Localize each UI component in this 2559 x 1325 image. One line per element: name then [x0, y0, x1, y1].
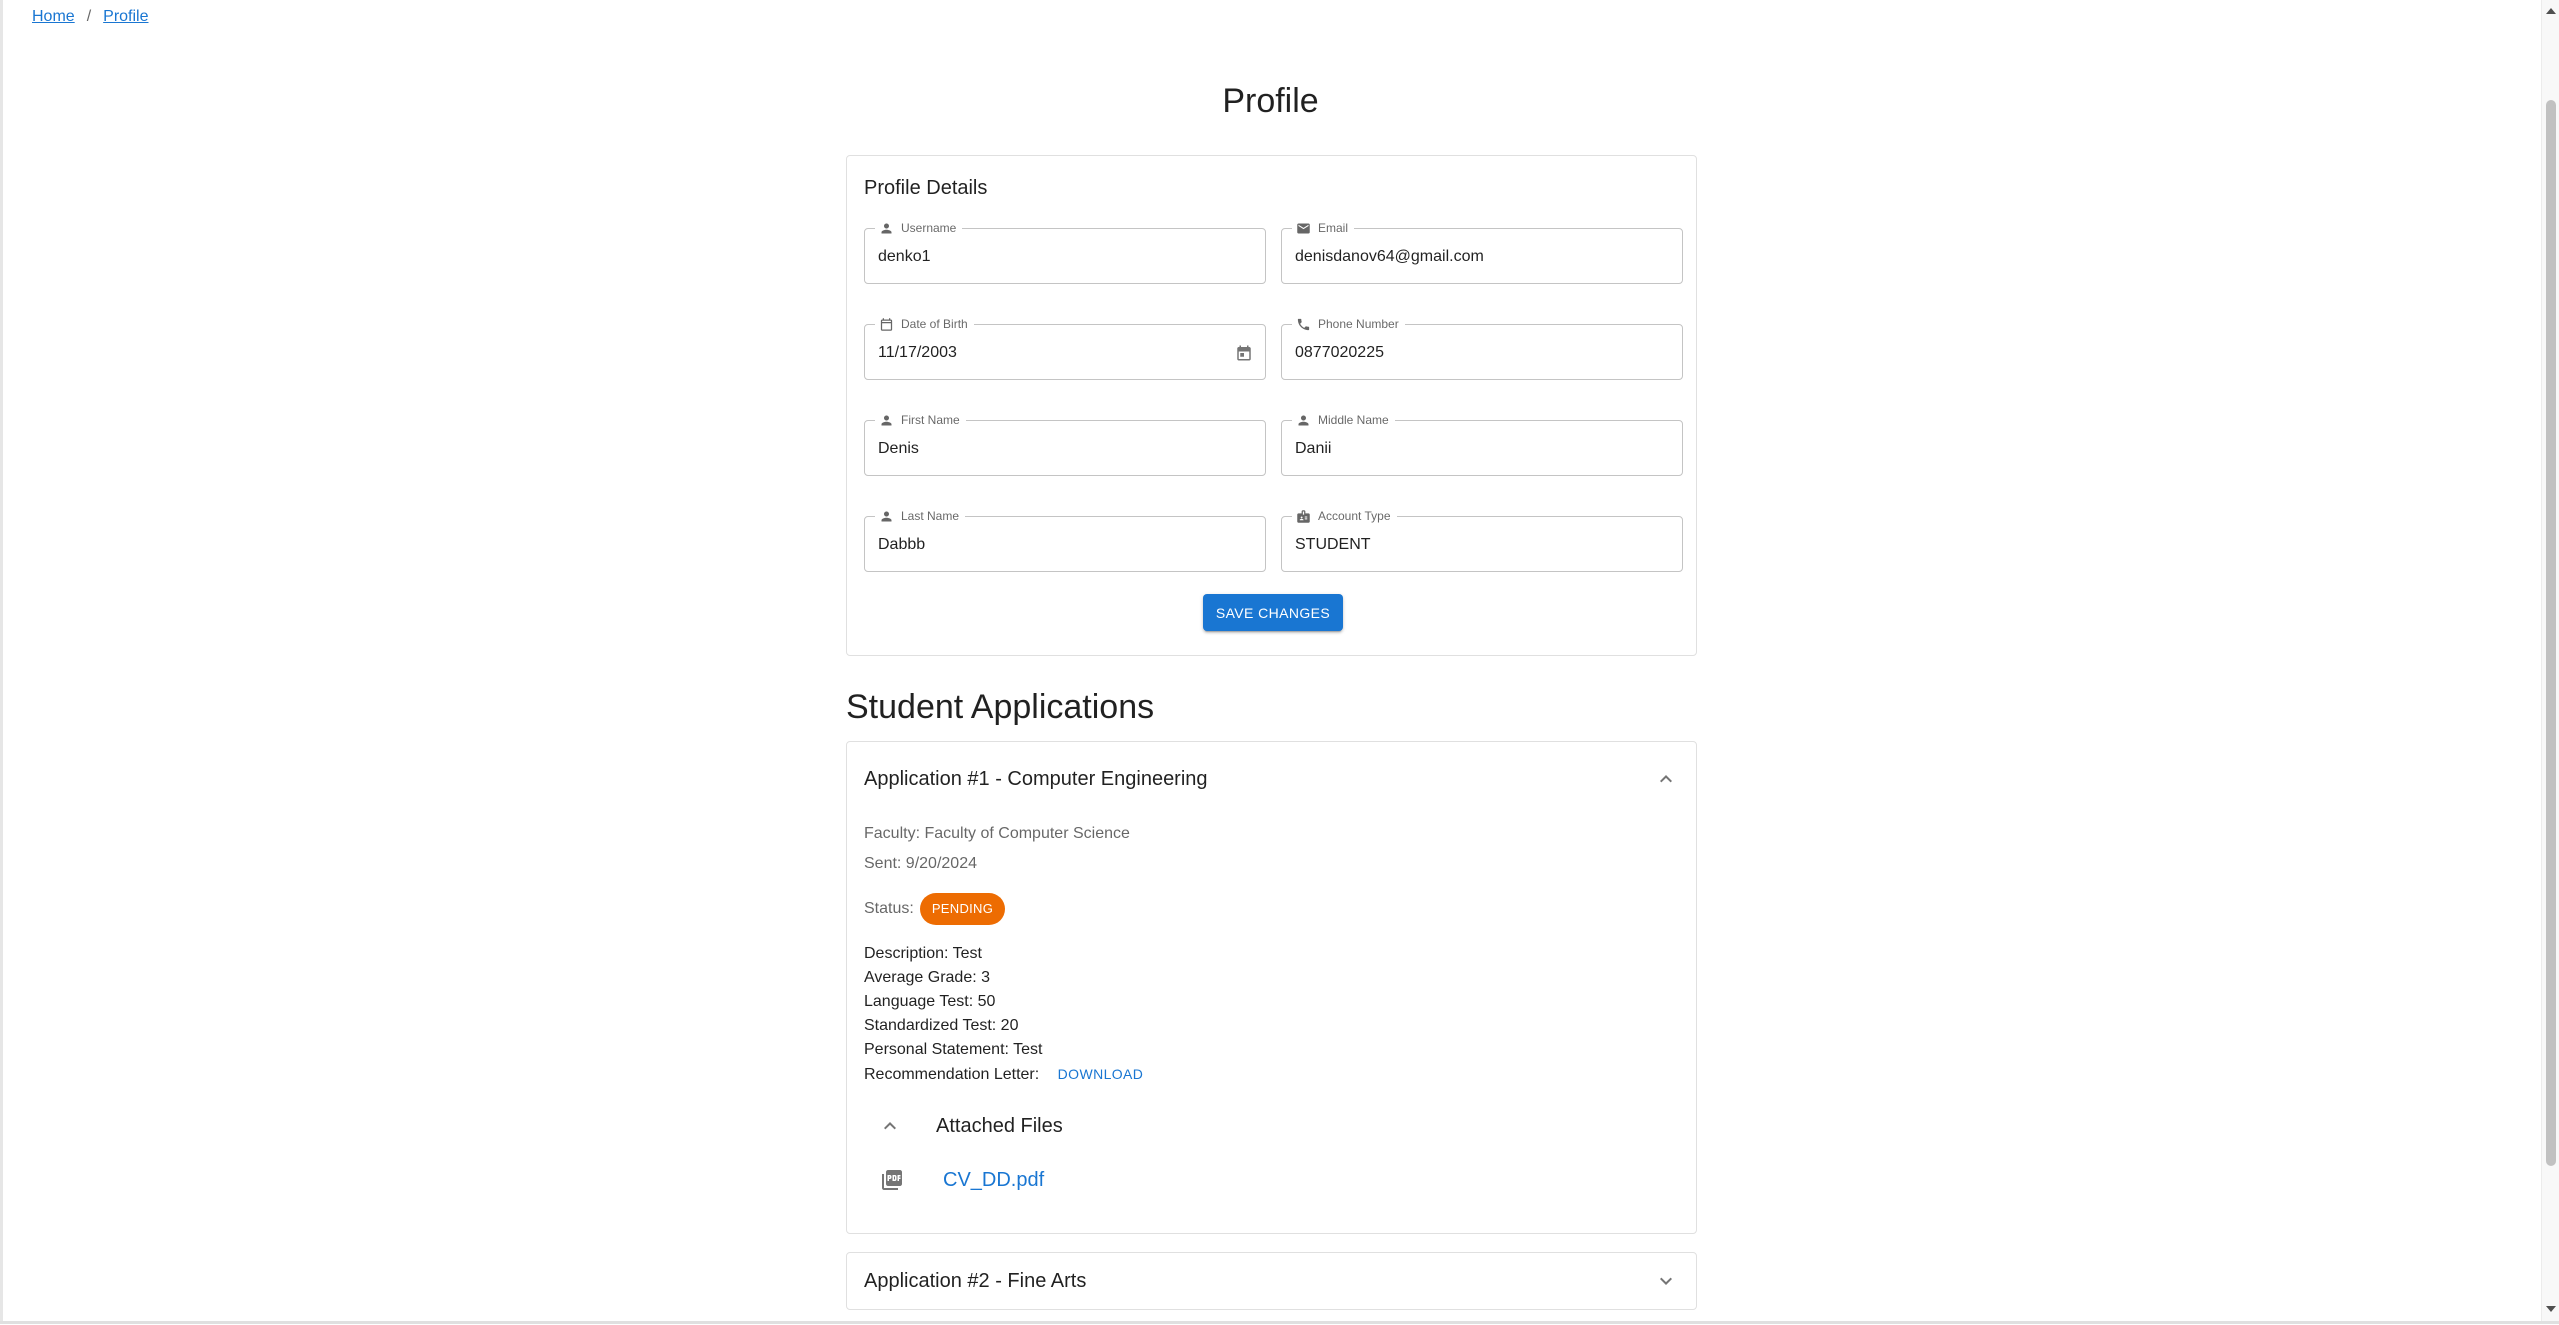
attached-files-header: Attached Files — [864, 1108, 1164, 1144]
description-text: Description: Test — [864, 945, 982, 962]
page-title: Profile — [1222, 82, 1319, 120]
attached-file-item: CV_DD.pdf — [864, 1162, 1264, 1198]
middle-name-input[interactable]: Danii — [1295, 439, 1331, 459]
breadcrumb: Home / Profile — [32, 8, 149, 26]
application-status-row: Status: PENDING — [864, 893, 1006, 925]
person-icon — [881, 511, 892, 521]
breadcrumb-profile-link[interactable]: Profile — [103, 8, 148, 26]
language-test-text: Language Test: 50 — [864, 993, 996, 1010]
application-details: Description: Test Average Grade: 3 Langu… — [864, 942, 1143, 1086]
email-icon — [1297, 223, 1310, 233]
date-of-birth-label: Date of Birth — [875, 316, 974, 332]
download-button[interactable]: DOWNLOAD — [1058, 1066, 1144, 1082]
phone-number-field[interactable]: Phone Number 0877020225 — [1281, 316, 1683, 380]
scrollbar-thumb[interactable] — [2546, 100, 2556, 1166]
last-name-input[interactable]: Dabbb — [878, 535, 925, 555]
recommendation-letter-row: Recommendation Letter: DOWNLOAD — [864, 1062, 1143, 1086]
date-of-birth-field[interactable]: Date of Birth 11/17/2003 — [864, 316, 1266, 380]
first-name-field[interactable]: First Name Denis — [864, 412, 1266, 476]
application-title: Application #1 - Computer Engineering — [864, 768, 1208, 790]
middle-name-field[interactable]: Middle Name Danii — [1281, 412, 1683, 476]
last-name-label: Last Name — [875, 508, 966, 524]
attached-files-label: Attached Files — [936, 1115, 1063, 1137]
username-field[interactable]: Username denko1 — [864, 220, 1266, 284]
username-label: Username — [875, 220, 963, 236]
email-input[interactable]: denisdanov64@gmail.com — [1295, 247, 1484, 267]
application-faculty: Faculty: Faculty of Computer Science — [864, 825, 1130, 842]
standardized-test-text: Standardized Test: 20 — [864, 1017, 1019, 1034]
person-icon — [1298, 415, 1309, 425]
file-link[interactable]: CV_DD.pdf — [943, 1168, 1044, 1192]
save-changes-button[interactable]: SAVE CHANGES — [1203, 594, 1343, 631]
scroll-up-icon[interactable] — [2546, 8, 2556, 14]
status-label: Status: — [864, 900, 914, 917]
student-applications-title: Student Applications — [846, 688, 1155, 726]
application-card: Application #1 - Computer Engineering Fa… — [846, 741, 1697, 1234]
average-grade-text: Average Grade: 3 — [864, 969, 991, 986]
person-icon — [881, 415, 892, 425]
application-sent-date: Sent: 9/20/2024 — [864, 855, 977, 872]
application-header[interactable]: Application #1 - Computer Engineering — [847, 742, 1696, 814]
calendar-picker-icon — [1237, 345, 1251, 361]
chevron-up-icon[interactable] — [878, 1114, 902, 1138]
breadcrumb-separator: / — [86, 8, 92, 25]
badge-icon — [1297, 509, 1310, 523]
application-header[interactable]: Application #2 - Fine Arts — [847, 1253, 1696, 1325]
date-picker-button[interactable] — [1233, 342, 1255, 364]
breadcrumb-home-link[interactable]: Home — [32, 8, 75, 26]
account-type-label: Account Type — [1292, 508, 1397, 524]
chevron-down-icon[interactable] — [1654, 1269, 1678, 1293]
window-frame-left — [0, 0, 3, 1324]
first-name-input[interactable]: Denis — [878, 439, 919, 459]
last-name-field[interactable]: Last Name Dabbb — [864, 508, 1266, 572]
chevron-up-icon[interactable] — [1654, 767, 1678, 791]
phone-icon — [1297, 318, 1310, 330]
scroll-down-icon[interactable] — [2546, 1306, 2556, 1312]
account-type-field[interactable]: Account Type STUDENT — [1281, 508, 1683, 572]
username-input[interactable]: denko1 — [878, 247, 931, 267]
phone-number-label: Phone Number — [1292, 316, 1405, 332]
vertical-scrollbar[interactable] — [2541, 0, 2559, 1324]
email-label: Email — [1292, 220, 1355, 236]
personal-statement-text: Personal Statement: Test — [864, 1041, 1043, 1058]
phone-number-input[interactable]: 0877020225 — [1295, 343, 1384, 363]
first-name-label: First Name — [875, 412, 966, 428]
date-of-birth-input[interactable]: 11/17/2003 — [878, 343, 957, 363]
middle-name-label: Middle Name — [1292, 412, 1395, 428]
calendar-icon — [880, 317, 893, 331]
profile-details-title: Profile Details — [864, 177, 988, 199]
pdf-icon — [880, 1168, 904, 1192]
status-badge: PENDING — [919, 893, 1006, 925]
profile-details-card: Profile Details Username denko1 Email de… — [846, 155, 1697, 656]
recommendation-letter-label: Recommendation Letter: — [864, 1066, 1040, 1083]
account-type-input[interactable]: STUDENT — [1295, 535, 1371, 555]
application-card: Application #2 - Fine Arts — [846, 1252, 1697, 1310]
email-field[interactable]: Email denisdanov64@gmail.com — [1281, 220, 1683, 284]
application-title: Application #2 - Fine Arts — [864, 1270, 1087, 1292]
person-icon — [881, 223, 892, 233]
